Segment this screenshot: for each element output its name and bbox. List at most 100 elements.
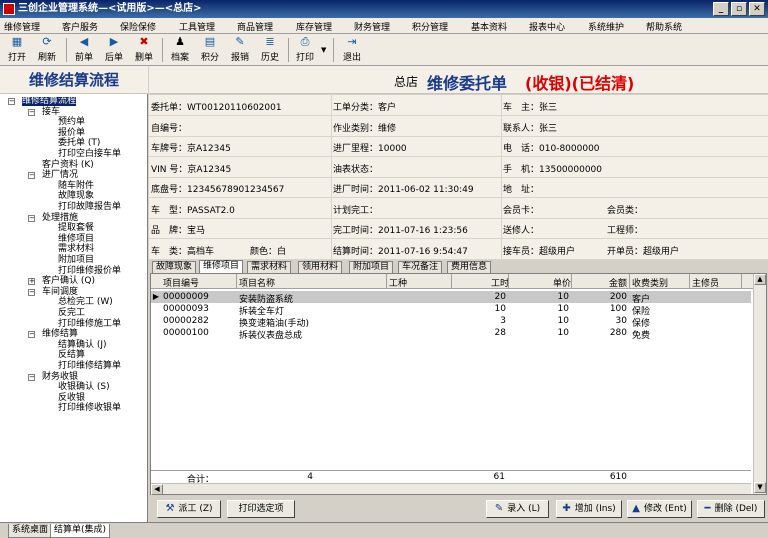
table-row[interactable]: ▶ 00000009 安装防盗系统 20 10 200 客户 [151, 291, 751, 305]
menu-item[interactable]: 维修管理 [4, 20, 40, 33]
table-row[interactable]: 00000282 换变速箱油(手动) 3 10 30 保修 [151, 315, 751, 329]
tab-required-materials[interactable]: 需求材料 [247, 261, 292, 273]
tree-toggle-icon[interactable]: − [8, 98, 15, 105]
tree-item[interactable]: 委托单 (T) [58, 139, 100, 148]
menu-item[interactable]: 库存管理 [296, 20, 332, 33]
tree-toggle-icon[interactable]: − [28, 214, 35, 222]
column-header[interactable]: 主修员 [692, 276, 719, 289]
tree-toggle-icon[interactable]: − [28, 172, 35, 180]
tab-used-materials[interactable]: 领用材料 [298, 261, 343, 273]
tab-vehicle-notes[interactable]: 车况备注 [398, 261, 443, 273]
column-header[interactable]: 工时 [491, 276, 509, 289]
column-header[interactable]: 工种 [389, 276, 407, 289]
tree-item[interactable]: 预约单 [58, 118, 85, 127]
dispatch-button[interactable]: ⚒ 派工 (Z) [157, 500, 221, 518]
tree-item[interactable]: 总检完工 (W) [58, 298, 113, 307]
table-row[interactable]: 00000093 拆装全车灯 10 10 100 保险 [151, 303, 751, 317]
tree-item[interactable]: 打印空白接车单 [58, 150, 121, 159]
enter-button[interactable]: ✎ 录入 (L) [486, 500, 549, 518]
chevron-down-icon[interactable]: ▼ [321, 46, 326, 54]
info-divider [501, 177, 502, 198]
tree-item[interactable]: 反结算 [58, 351, 85, 360]
tree-toggle-icon[interactable]: − [28, 108, 35, 116]
column-header[interactable]: 收费类别 [632, 276, 668, 289]
tree-toggle-icon[interactable]: − [28, 288, 35, 296]
open-button[interactable]: ▦ 打开 [2, 36, 32, 64]
vertical-scrollbar[interactable]: ▲ ▼ [753, 274, 766, 494]
tree-item[interactable]: 财务收银 [42, 372, 78, 382]
tab-fault[interactable]: 故障现象 [152, 261, 197, 273]
menu-item[interactable]: 帮助系统 [646, 20, 682, 33]
prev-order-button[interactable]: ◀ 前单 [69, 36, 99, 64]
refresh-button[interactable]: ⟳ 刷新 [32, 36, 62, 64]
tree-item[interactable]: 处理措施 [42, 213, 78, 223]
tree-item[interactable]: 客户资料 (K) [42, 160, 94, 170]
info-field: 车 类：高档车 [151, 244, 214, 257]
tree-item[interactable]: 报价单 [58, 128, 85, 138]
tree-item[interactable]: 打印故障报告单 [58, 203, 121, 212]
menu-item[interactable]: 系统维护 [588, 20, 624, 33]
print-button[interactable]: ⎙ 打印 [290, 36, 320, 64]
scroll-left-icon[interactable]: ◀ [151, 484, 163, 495]
menu-item[interactable]: 工具管理 [179, 20, 215, 33]
tree-item[interactable]: 车间调度 [42, 287, 78, 297]
tab-repair-items[interactable]: 维修项目 [199, 260, 244, 273]
tree-item[interactable]: 需求材料 [58, 245, 94, 254]
tree-toggle-icon[interactable]: − [28, 331, 35, 339]
tree-item[interactable]: 打印维修报价单 [58, 266, 121, 276]
delete-order-button[interactable]: ✖ 删单 [129, 36, 159, 64]
info-field: 油表状态： [333, 162, 378, 175]
print-selected-button[interactable]: 打印选定项 [227, 500, 295, 518]
tree-item[interactable]: 接车 [42, 107, 60, 117]
reimburse-button[interactable]: ✎ 报销 [225, 36, 255, 64]
scroll-up-icon[interactable]: ▲ [754, 274, 766, 285]
history-button[interactable]: ≣ 历史 [255, 36, 285, 64]
tree-toggle-icon[interactable]: − [28, 373, 35, 381]
menu-item[interactable]: 报表中心 [529, 20, 565, 33]
tree-item[interactable]: 维修结算 [42, 330, 78, 339]
tree-item[interactable]: 维修结算流程 [22, 97, 77, 106]
minimize-button[interactable]: _ [713, 2, 729, 16]
next-order-button[interactable]: ▶ 后单 [99, 36, 129, 64]
column-header[interactable]: 单价 [553, 276, 571, 289]
tree-item[interactable]: 打印维修收银单 [58, 404, 121, 413]
tree-item[interactable]: 反收银 [58, 393, 85, 403]
menu-item[interactable]: 积分管理 [412, 20, 448, 33]
tree-item[interactable]: 维修项目 [58, 234, 94, 244]
menu-item[interactable]: 客户服务 [62, 20, 98, 33]
add-button[interactable]: ✚ 增加 (Ins) [556, 500, 622, 518]
menu-item[interactable]: 保险保修 [120, 20, 156, 33]
scroll-down-icon[interactable]: ▼ [754, 482, 766, 493]
menu-item[interactable]: 基本资料 [471, 20, 507, 33]
tree-item[interactable]: 打印维修结算单 [58, 362, 121, 371]
tree-item[interactable]: 客户确认 (Q) [42, 277, 95, 286]
menu-item[interactable]: 财务管理 [354, 20, 390, 33]
column-header[interactable]: 项目编号 [163, 276, 199, 289]
tree-item[interactable]: 进厂情况 [42, 171, 78, 180]
tree-item[interactable]: 附加项目 [58, 256, 94, 265]
table-row[interactable]: 00000100 拆装仪表盘总成 28 10 280 免费 [151, 327, 751, 341]
restore-button[interactable]: ▫ [731, 2, 747, 16]
menu-item[interactable]: 商品管理 [237, 20, 273, 33]
tab-extra-items[interactable]: 附加项目 [349, 261, 394, 273]
edit-button[interactable]: ▲ 修改 (Ent) [627, 500, 692, 518]
archive-button[interactable]: ♟ 档案 [165, 36, 195, 64]
tree-item[interactable]: 收银确认 (S) [58, 383, 110, 392]
delete-button[interactable]: ━ 删除 (Del) [697, 500, 765, 518]
tree-item[interactable]: 故障现象 [58, 192, 94, 201]
points-button[interactable]: ▤ 积分 [195, 36, 225, 64]
tab-desktop[interactable]: 系统桌面 [8, 524, 53, 538]
tree-item[interactable]: 随车附件 [58, 181, 94, 191]
tree-item[interactable]: 提取套餐 [58, 224, 94, 233]
column-header[interactable]: 金额 [609, 276, 627, 289]
close-button[interactable]: ✕ [749, 2, 765, 16]
column-header[interactable]: 项目名称 [239, 276, 275, 289]
tree-toggle-icon[interactable]: + [28, 278, 35, 286]
tree-item[interactable]: 反完工 [58, 309, 85, 318]
exit-button[interactable]: ⇥ 退出 [337, 36, 367, 64]
tree-item[interactable]: 打印维修施工单 [58, 319, 121, 329]
tree-item[interactable]: 结算确认 (J) [58, 340, 107, 350]
horizontal-scrollbar[interactable]: ◀ [151, 483, 751, 495]
tab-cost-info[interactable]: 费用信息 [447, 261, 492, 273]
tab-settlement[interactable]: 结算单(集成) [50, 524, 111, 538]
